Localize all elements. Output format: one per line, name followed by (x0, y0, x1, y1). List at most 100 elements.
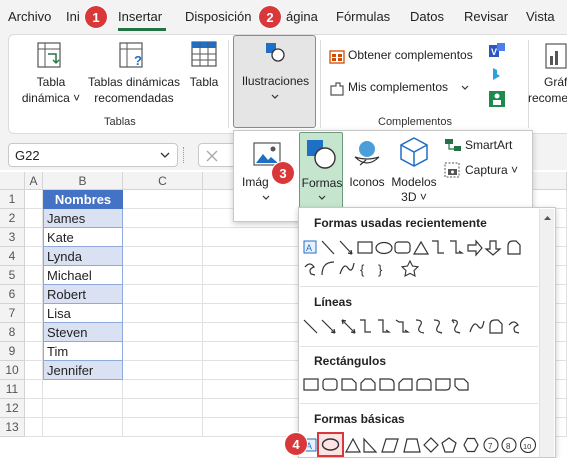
cell-c[interactable] (123, 228, 203, 247)
cell-c[interactable] (123, 323, 203, 342)
screenshot-label: Captura ˅ (465, 163, 519, 177)
row-header[interactable]: 12 (0, 399, 25, 418)
menu-vista[interactable]: Vista (526, 9, 555, 24)
cell-a[interactable] (25, 304, 43, 323)
recent-shapes-row[interactable]: A (302, 238, 540, 258)
smartart-button[interactable]: SmartArt (444, 137, 528, 155)
name-cell[interactable]: Tim (43, 342, 123, 361)
cell-b[interactable] (43, 380, 123, 399)
recommended-charts-label-2[interactable]: recome (528, 91, 567, 106)
menu-archivo[interactable]: Archivo (8, 9, 51, 24)
cell-a[interactable] (25, 228, 43, 247)
cell-c[interactable] (123, 209, 203, 228)
cell-a[interactable] (25, 323, 43, 342)
name-box[interactable]: G22 (8, 143, 178, 167)
basic-shapes-title: Formas básicas (314, 412, 405, 426)
row-header[interactable]: 10 (0, 361, 25, 380)
svg-text:?: ? (134, 53, 142, 68)
column-header-c[interactable]: C (123, 172, 203, 190)
row-header[interactable]: 13 (0, 418, 25, 437)
cell-b[interactable] (43, 418, 123, 437)
cell-c[interactable] (123, 399, 203, 418)
select-all-corner[interactable] (0, 172, 25, 190)
gallery-scrollbar[interactable] (539, 209, 554, 457)
shapes-button[interactable]: Formas (299, 132, 343, 209)
menu-inicio[interactable]: Ini (66, 9, 80, 24)
row-header[interactable]: 1 (0, 190, 25, 209)
name-cell[interactable]: Michael (43, 266, 123, 285)
row-header[interactable]: 3 (0, 228, 25, 247)
cell-c[interactable] (123, 285, 203, 304)
visio-icon[interactable]: V (488, 42, 506, 60)
cancel-button[interactable] (198, 143, 238, 167)
name-cell[interactable]: Lynda (43, 247, 123, 266)
table-label: Tabla (189, 75, 219, 89)
menu-formulas[interactable]: Fórmulas (336, 9, 390, 24)
cell-c[interactable] (123, 418, 203, 437)
get-addins-button[interactable]: Obtener complementos (326, 46, 486, 66)
cell-a[interactable] (25, 380, 43, 399)
recent-shapes-row[interactable]: { } (302, 259, 540, 279)
cell-a[interactable] (25, 361, 43, 380)
menu-datos[interactable]: Datos (410, 9, 444, 24)
row-header[interactable]: 9 (0, 342, 25, 361)
column-header-b[interactable]: B (43, 172, 123, 190)
rectangles-row[interactable] (302, 375, 540, 395)
names-header-cell[interactable]: Nombres (43, 190, 123, 209)
cell-a[interactable] (25, 209, 43, 228)
name-cell[interactable]: Lisa (43, 304, 123, 323)
column-header-a[interactable]: A (25, 172, 43, 190)
3d-models-label-1: Modelos (391, 175, 437, 189)
row-header[interactable]: 11 (0, 380, 25, 399)
recommended-label-1: Tablas dinámicas (87, 75, 181, 89)
cell-a[interactable] (25, 266, 43, 285)
row-header[interactable]: 6 (0, 285, 25, 304)
cell-a[interactable] (25, 399, 43, 418)
name-cell[interactable]: Steven (43, 323, 123, 342)
name-cell[interactable]: James (43, 209, 123, 228)
screenshot-button[interactable]: Captura ˅ (444, 162, 528, 180)
menu-disposicion[interactable]: Disposición (185, 9, 251, 24)
cell-c[interactable] (123, 304, 203, 323)
cell-a[interactable] (25, 418, 43, 437)
cell-b[interactable] (43, 399, 123, 418)
row-header[interactable]: 2 (0, 209, 25, 228)
cell-a[interactable] (25, 342, 43, 361)
menu-disposicion-tail[interactable]: ágina (286, 9, 318, 24)
cell-a[interactable] (25, 190, 43, 209)
row-header[interactable]: 4 (0, 247, 25, 266)
illustrations-button[interactable]: Ilustraciones (233, 35, 316, 128)
people-graph-icon[interactable] (488, 90, 506, 108)
cell-c[interactable] (123, 266, 203, 285)
cell-c[interactable] (123, 342, 203, 361)
3d-models-button[interactable]: Modelos 3D ˅ (389, 135, 439, 217)
name-cell[interactable]: Jennifer (43, 361, 123, 380)
lines-row[interactable] (302, 317, 540, 337)
icons-button[interactable]: Iconos (345, 135, 389, 195)
my-addins-button[interactable]: Mis complementos (326, 78, 476, 98)
cell-c[interactable] (123, 247, 203, 266)
cell-c[interactable] (123, 380, 203, 399)
name-cell[interactable]: Robert (43, 285, 123, 304)
recommended-pivot-button[interactable]: ? Tablas dinámicas recomendadas (86, 40, 182, 110)
oval-shape-button[interactable] (317, 432, 344, 457)
name-cell[interactable]: Kate (43, 228, 123, 247)
ribbon-separator (228, 40, 229, 128)
cell-c[interactable] (123, 361, 203, 380)
pivot-table-button[interactable]: Tabla dinámica ˅ (20, 40, 82, 110)
svg-text:8: 8 (506, 442, 511, 451)
menu-insertar[interactable]: Insertar (118, 9, 162, 24)
my-addins-label: Mis complementos (348, 80, 449, 94)
row-header[interactable]: 8 (0, 323, 25, 342)
cell-c[interactable] (123, 190, 203, 209)
recommended-charts-icon[interactable] (542, 42, 567, 70)
row-header[interactable]: 5 (0, 266, 25, 285)
bing-icon[interactable] (488, 66, 506, 84)
menu-revisar[interactable]: Revisar (464, 9, 508, 24)
cell-a[interactable] (25, 247, 43, 266)
recommended-charts-label-1[interactable]: Gráf (544, 75, 567, 90)
cell-a[interactable] (25, 285, 43, 304)
table-button[interactable]: Tabla (186, 40, 222, 110)
row-header[interactable]: 7 (0, 304, 25, 323)
scroll-up-icon[interactable] (540, 213, 555, 223)
